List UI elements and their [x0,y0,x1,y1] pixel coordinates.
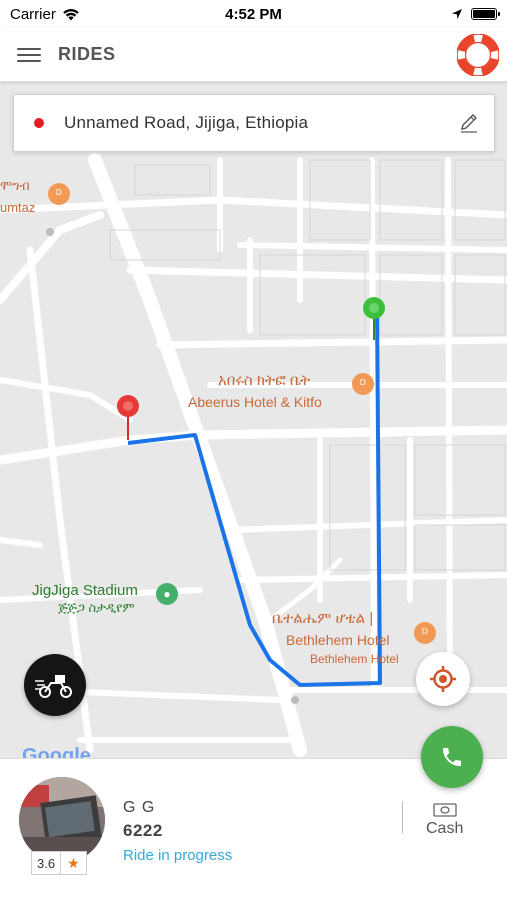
phone-icon[interactable] [421,726,483,788]
payment-method[interactable]: Cash [426,820,463,838]
map-label-stadium-amharic: ጅጅጋ ስታዲየም [58,600,135,615]
map-label-top-left-amharic: ሞግብ [0,178,30,193]
rating-value: 3.6 [32,852,62,874]
address-card[interactable]: Unnamed Road, Jijiga, Ethiopia [13,94,495,152]
google-logo: Google [22,745,91,758]
battery-fill [473,10,495,18]
status-bar: Carrier 4:52 PM [0,0,507,28]
battery-icon [471,8,500,20]
lifebuoy-icon[interactable] [456,33,500,77]
page-title: RIDES [58,44,116,64]
map-label-stadium-latin: JigJiga Stadium [32,582,138,599]
rating-badge: 3.6 ★ [31,851,87,875]
restaurant-icon[interactable]: ᴰ [352,373,374,395]
map-label-bethlehem-latin-2: Bethlehem Hotel [310,652,399,666]
status-time: 4:52 PM [225,5,282,23]
map-label-bethlehem-latin-1: Bethlehem Hotel [286,632,390,648]
location-dot-icon [34,118,44,128]
restaurant-icon[interactable]: ᴰ [48,183,70,205]
ride-status: Ride in progress [123,847,233,864]
star-icon: ★ [67,854,80,871]
map-label-abeerus-latin: Abeerus Hotel & Kitfo [188,394,322,410]
stadium-icon[interactable]: ● [156,583,178,605]
driver-plate: 6222 [123,821,163,840]
map-label-top-left-latin: umtaz [0,200,36,215]
motorcycle-delivery-icon[interactable] [24,654,86,716]
pencil-icon[interactable] [458,112,480,134]
map-label-bethlehem-amharic: ቤተልሔም ሆቴል | [272,610,374,627]
restaurant-icon[interactable]: ᴰ [414,622,436,644]
hamburger-menu-icon[interactable] [16,45,42,65]
divider [402,801,403,833]
nav-bar: RIDES [0,28,507,82]
address-text: Unnamed Road, Jijiga, Ethiopia [64,113,309,132]
crosshair-location-icon[interactable] [416,652,470,706]
banknote-icon [433,803,457,817]
map-label-abeerus-amharic: አበሩስ ክትፎ ቤት [218,372,311,389]
driver-name: G G [123,799,156,816]
